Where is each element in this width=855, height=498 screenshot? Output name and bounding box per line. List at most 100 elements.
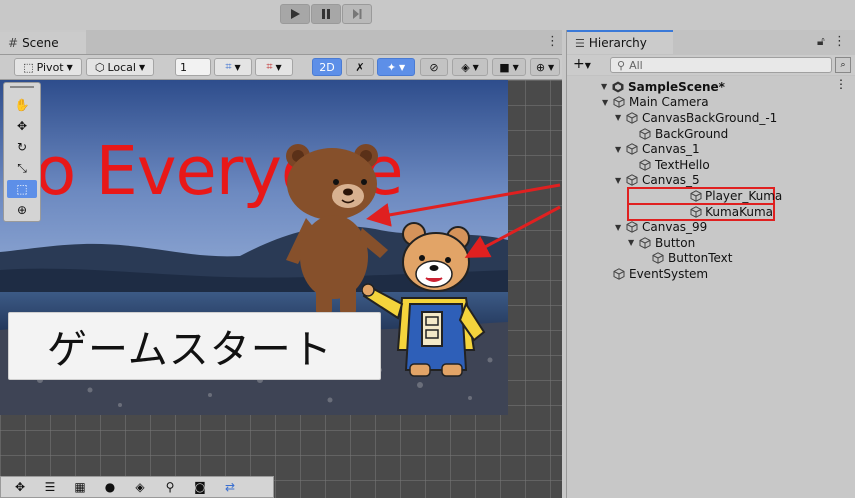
- camera-dropdown[interactable]: ■ ▼: [492, 58, 526, 76]
- gameobject-icon: [625, 112, 639, 124]
- gameobject-icon: [625, 221, 639, 233]
- overlay-toolbar: ✥ ☰ ▦ ● ◈ ⚲ ◙ ⇄: [0, 476, 274, 498]
- gameobject-icon: [625, 174, 639, 187]
- layers-icon: ◈: [135, 480, 145, 494]
- move-overlay-button[interactable]: ✥: [7, 479, 33, 495]
- hierarchy-item-label: BackGround: [655, 126, 729, 141]
- expand-arrow-icon[interactable]: ▼: [615, 113, 625, 122]
- expand-arrow-icon[interactable]: ▼: [602, 98, 612, 107]
- list-icon: ☰: [575, 36, 585, 50]
- expand-arrow-icon[interactable]: ▼: [615, 145, 625, 154]
- chevron-down-icon: ▼: [66, 62, 73, 72]
- sphere-icon: ●: [104, 480, 116, 494]
- hierarchy-item[interactable]: ▼ Canvas_1: [567, 141, 855, 157]
- hierarchy-more-menu-icon[interactable]: ⋮: [833, 34, 846, 49]
- audio-fx-toggle[interactable]: ✦ ▼: [377, 58, 415, 76]
- pause-button[interactable]: [311, 4, 341, 24]
- camera-overlay-button[interactable]: ◙: [187, 479, 213, 495]
- grid-overlay-button[interactable]: ▦: [67, 479, 93, 495]
- play-toolbar: [0, 0, 855, 30]
- scene-visibility-toggle[interactable]: ⊘: [420, 58, 448, 76]
- tab-scene[interactable]: # Scene: [0, 30, 86, 54]
- hierarchy-item[interactable]: EventSystem: [567, 266, 855, 282]
- scene-more-menu-icon[interactable]: ⋮: [546, 34, 559, 49]
- sliders-overlay-button[interactable]: ☰: [37, 479, 63, 495]
- hierarchy-item[interactable]: Player_Kuma: [567, 186, 855, 205]
- search-overlay-button[interactable]: ⚲: [157, 479, 183, 495]
- gameobject-icon: [638, 127, 652, 140]
- hierarchy-item[interactable]: ▼ CanvasBackGround_-1: [567, 110, 855, 126]
- hierarchy-item-label: CanvasBackGround_-1: [642, 110, 778, 125]
- shading-overlay-button[interactable]: ●: [97, 479, 123, 495]
- hierarchy-item-label: Player_Kuma: [705, 188, 783, 203]
- hierarchy-item[interactable]: ButtonText: [567, 251, 855, 267]
- expand-arrow-icon[interactable]: ▼: [615, 176, 625, 185]
- pivot-label: Pivot: [36, 60, 64, 74]
- filter-icon[interactable]: ⌕: [835, 57, 851, 73]
- scene-grid-icon: #: [8, 36, 19, 50]
- effects-icon: ✦: [386, 60, 397, 74]
- gameobject-icon: [612, 96, 626, 109]
- expand-arrow-icon[interactable]: ▼: [628, 238, 638, 247]
- sliders-icon: ☰: [44, 480, 56, 494]
- draw-mode-dropdown[interactable]: ◈ ▼: [452, 58, 488, 76]
- hierarchy-item[interactable]: BackGround: [567, 126, 855, 142]
- gameobject-icon: [651, 252, 665, 265]
- tab-hierarchy[interactable]: ☰ Hierarchy: [567, 30, 673, 54]
- chevron-down-icon: ▼: [234, 62, 241, 72]
- scene-tab-bar: # Scene ⋮: [0, 30, 562, 55]
- scene-toolbar: ⬚ Pivot ▼ ⬡ Local ▼ 1 ⌗ ▼ ⌗ ▼ 2D ✗ ✦ ▼ ⊘ ◈ ▼…: [0, 55, 562, 80]
- lock-icon[interactable]: 🔓︎: [817, 34, 825, 49]
- hierarchy-panel: ☰ Hierarchy 🔓︎ ⋮ +▼ ⚲ All ⌕ ▼ SampleScene…: [566, 30, 855, 498]
- hierarchy-search-input[interactable]: ⚲ All: [610, 57, 832, 73]
- hierarchy-item-label: Canvas_1: [642, 142, 700, 157]
- chevron-down-icon: ▼: [138, 62, 146, 72]
- camera-icon: ■: [499, 60, 510, 74]
- hierarchy-item-label: ButtonText: [668, 251, 733, 266]
- layers-overlay-button[interactable]: ◈: [127, 479, 153, 495]
- tab-scene-label: Scene: [22, 36, 59, 50]
- hierarchy-item[interactable]: TextHello: [567, 157, 855, 173]
- step-button[interactable]: [342, 4, 372, 24]
- gizmo-icon: ⊕: [535, 60, 546, 74]
- hierarchy-item-label: SampleScene*: [628, 79, 725, 94]
- increment-snap-toggle[interactable]: ⌗ ▼: [255, 58, 293, 76]
- lighting-icon: ✗: [355, 60, 365, 74]
- hierarchy-item[interactable]: ▼ Canvas_99: [567, 219, 855, 235]
- scene-viewport[interactable]: llo Everyone ゲームスタート ✋ ✥ ↻ ⤡ ⬚ ⊕: [0, 80, 562, 498]
- pivot-dropdown[interactable]: ⬚ Pivot ▼: [14, 58, 82, 76]
- gizmos-dropdown[interactable]: ⊕ ▼: [530, 58, 560, 76]
- chevron-down-icon: ▼: [472, 62, 479, 72]
- pause-icon: [322, 9, 330, 19]
- hierarchy-item[interactable]: KumaKuma: [567, 202, 855, 221]
- gameobject-icon: [638, 159, 652, 171]
- scene-more-icon[interactable]: ⋮: [835, 77, 847, 91]
- local-label: Local: [107, 60, 136, 74]
- hierarchy-item[interactable]: ▼ SampleScene*: [567, 79, 855, 95]
- annotation-arrows: [366, 183, 561, 258]
- lighting-toggle[interactable]: ✗: [346, 58, 374, 76]
- grid-size-input[interactable]: 1: [175, 58, 211, 76]
- chevron-down-icon: ▼: [275, 62, 282, 72]
- hierarchy-toolbar: +▼ ⚲ All ⌕: [567, 55, 855, 75]
- local-dropdown[interactable]: ⬡ Local ▼: [86, 58, 154, 76]
- hierarchy-item[interactable]: ▼ Button: [567, 235, 855, 251]
- hierarchy-item[interactable]: ▼ Canvas_5: [567, 173, 855, 189]
- search-icon: ⚲: [617, 58, 626, 72]
- gameobject-icon: [690, 190, 702, 202]
- chevron-down-icon: ▼: [512, 62, 519, 72]
- navigation-overlay-button[interactable]: ⇄: [217, 479, 243, 495]
- expand-arrow-icon[interactable]: ▼: [601, 82, 611, 91]
- add-object-button[interactable]: +▼: [573, 56, 591, 72]
- cube-icon: ⬡: [94, 60, 105, 74]
- gameobject-icon: [638, 237, 652, 249]
- unity-scene-icon: [611, 81, 625, 93]
- play-icon: [291, 9, 300, 19]
- grid-icon: ▦: [74, 480, 86, 494]
- play-button[interactable]: [280, 4, 310, 24]
- expand-arrow-icon[interactable]: ▼: [615, 223, 625, 232]
- hierarchy-item[interactable]: ▼ Main Camera: [567, 95, 855, 111]
- pivot-icon: ⬚: [23, 60, 34, 74]
- grid-snap-toggle[interactable]: ⌗ ▼: [214, 58, 252, 76]
- toggle-2d-button[interactable]: 2D: [312, 58, 342, 76]
